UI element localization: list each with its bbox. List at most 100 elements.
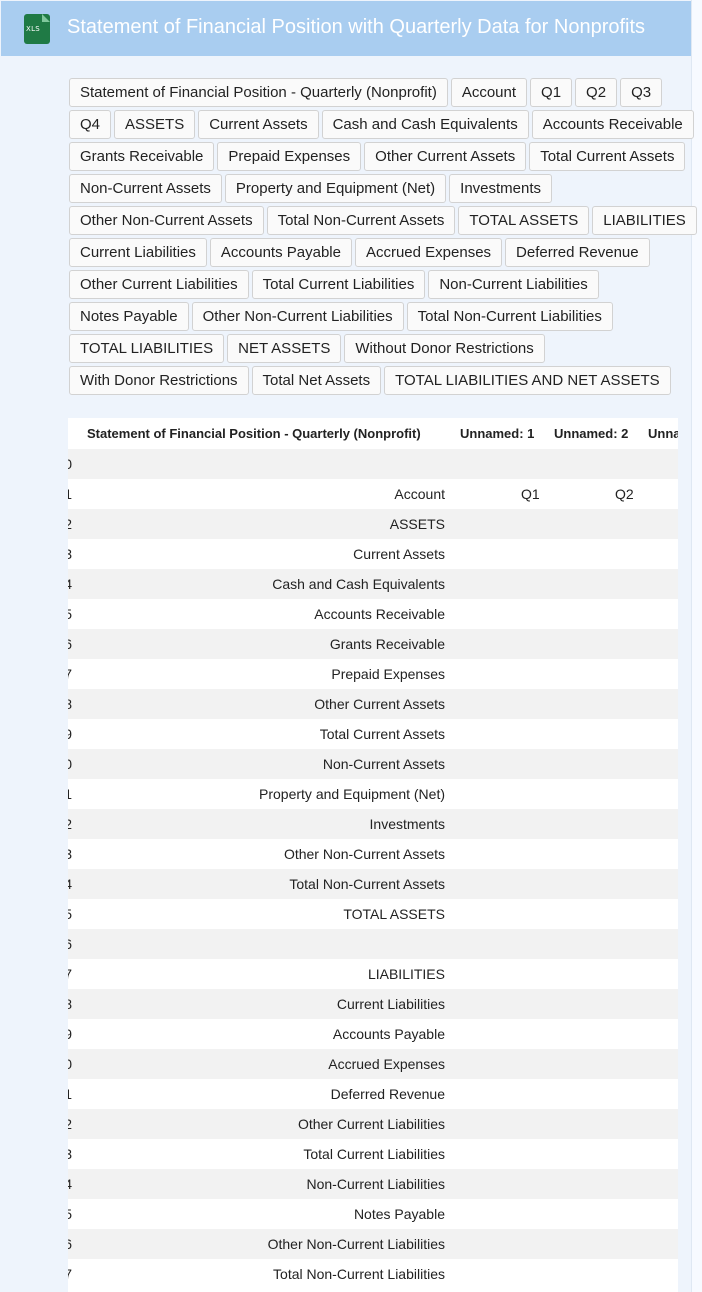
column-chip[interactable]: TOTAL ASSETS (458, 206, 590, 235)
table-row[interactable]: 14 Total Non-Current Assets (68, 869, 678, 899)
column-chip[interactable]: Other Non-Current Liabilities (191, 302, 404, 331)
column-chip[interactable]: Current Liabilities (69, 238, 207, 267)
table-row[interactable]: 20 Accrued Expenses (68, 1049, 678, 1079)
table-row[interactable]: 17 LIABILITIES (68, 959, 678, 989)
column-filter-chips: Statement of Financial Position - Quarte… (69, 78, 701, 395)
column-chip[interactable]: Other Current Liabilities (69, 270, 249, 299)
column-chip[interactable]: Non-Current Liabilities (428, 270, 599, 299)
row-index: 25 (68, 1206, 72, 1222)
column-chip[interactable]: Q2 (575, 78, 618, 107)
table-row[interactable]: 6 Grants Receivable (68, 629, 678, 659)
column-chip[interactable]: Total Current Assets (529, 142, 686, 171)
column-chip[interactable]: ASSETS (114, 110, 196, 139)
row-index: 9 (68, 726, 72, 742)
table-row[interactable]: 4 Cash and Cash Equivalents (68, 569, 678, 599)
table-row[interactable]: 19 Accounts Payable (68, 1019, 678, 1049)
table-row[interactable]: 2 ASSETS (68, 509, 678, 539)
table-row[interactable]: 3 Current Assets (68, 539, 678, 569)
column-chip[interactable]: Account (450, 78, 528, 107)
column-chip[interactable]: Accrued Expenses (354, 238, 503, 267)
table-row[interactable]: 24 Non-Current Liabilities (68, 1169, 678, 1199)
column-chip[interactable]: With Donor Restrictions (69, 366, 249, 395)
column-chip[interactable]: TOTAL LIABILITIES AND NET ASSETS (384, 366, 671, 395)
column-chip[interactable]: Cash and Cash Equivalents (321, 110, 529, 139)
column-header[interactable]: Statement of Financial Position - Quarte… (87, 426, 421, 441)
row-index: 26 (68, 1236, 72, 1252)
column-chip[interactable]: Total Net Assets (251, 366, 382, 395)
row-index: 23 (68, 1146, 72, 1162)
column-chip[interactable]: Deferred Revenue (505, 238, 650, 267)
page-title: Statement of Financial Position with Qua… (67, 16, 646, 38)
app-header: XLS Statement of Financial Position with… (1, 1, 691, 56)
row-index: 27 (68, 1266, 72, 1282)
table-row[interactable]: 10 Non-Current Assets (68, 749, 678, 779)
column-chip[interactable]: Investments (449, 174, 553, 203)
row-index: 2 (68, 516, 72, 532)
column-chip[interactable]: TOTAL LIABILITIES (69, 334, 225, 363)
column-chip[interactable]: Prepaid Expenses (217, 142, 362, 171)
account-cell: Prepaid Expenses (331, 666, 445, 682)
table-row[interactable]: 0 (68, 449, 678, 479)
account-cell: Accrued Expenses (328, 1056, 445, 1072)
table-row[interactable]: 1 Account Q1 Q2 (68, 479, 678, 509)
account-cell: Total Current Assets (319, 726, 445, 742)
table-row[interactable]: 8 Other Current Assets (68, 689, 678, 719)
column-chip[interactable]: Q3 (620, 78, 663, 107)
table-row[interactable]: 7 Prepaid Expenses (68, 659, 678, 689)
account-cell: LIABILITIES (367, 966, 445, 982)
column-chip[interactable]: Grants Receivable (69, 142, 215, 171)
account-cell: Account (394, 486, 445, 502)
table-row[interactable]: 26 Other Non-Current Liabilities (68, 1229, 678, 1259)
row-index: 13 (68, 846, 72, 862)
table-row[interactable]: 13 Other Non-Current Assets (68, 839, 678, 869)
column-chip[interactable]: Accounts Receivable (531, 110, 694, 139)
account-cell: Other Current Assets (314, 696, 445, 712)
column-chip[interactable]: Accounts Payable (209, 238, 352, 267)
q1-cell: Q1 (521, 486, 540, 502)
data-table[interactable]: Statement of Financial Position - Quarte… (68, 418, 678, 1292)
account-cell: Total Current Liabilities (303, 1146, 445, 1162)
row-index: 22 (68, 1116, 72, 1132)
column-chip[interactable]: NET ASSETS (227, 334, 342, 363)
column-chip[interactable]: Current Assets (198, 110, 319, 139)
table-row[interactable]: 12 Investments (68, 809, 678, 839)
column-header[interactable]: Unnamed: 1 (460, 426, 534, 441)
table-row[interactable]: 21 Deferred Revenue (68, 1079, 678, 1109)
table-header: Statement of Financial Position - Quarte… (68, 418, 678, 450)
column-header[interactable]: Unna (648, 426, 678, 441)
row-index: 12 (68, 816, 72, 832)
table-row[interactable]: 15 TOTAL ASSETS (68, 899, 678, 929)
column-chip[interactable]: Non-Current Assets (69, 174, 222, 203)
column-chip[interactable]: Notes Payable (69, 302, 189, 331)
table-row[interactable]: 18 Current Liabilities (68, 989, 678, 1019)
row-index: 11 (68, 786, 72, 802)
column-chip[interactable]: Total Current Liabilities (251, 270, 426, 299)
column-chip[interactable]: Property and Equipment (Net) (224, 174, 447, 203)
table-row[interactable]: 23 Total Current Liabilities (68, 1139, 678, 1169)
table-row[interactable]: 9 Total Current Assets (68, 719, 678, 749)
column-chip[interactable]: Q1 (530, 78, 573, 107)
table-row[interactable]: 16 (68, 929, 678, 959)
column-chip[interactable]: Other Non-Current Assets (69, 206, 264, 235)
column-chip[interactable]: Q4 (69, 110, 112, 139)
column-chip[interactable]: Total Non-Current Liabilities (406, 302, 613, 331)
q2-cell: Q2 (615, 486, 634, 502)
account-cell: Total Non-Current Assets (289, 876, 445, 892)
account-cell: ASSETS (389, 516, 445, 532)
table-row[interactable]: 27 Total Non-Current Liabilities (68, 1259, 678, 1289)
row-index: 6 (68, 636, 72, 652)
column-chip[interactable]: Statement of Financial Position - Quarte… (69, 78, 448, 107)
column-header[interactable]: Unnamed: 2 (554, 426, 628, 441)
table-row[interactable]: 25 Notes Payable (68, 1199, 678, 1229)
row-index: 21 (68, 1086, 72, 1102)
row-index: 14 (68, 876, 72, 892)
column-chip[interactable]: Total Non-Current Assets (266, 206, 456, 235)
column-chip[interactable]: LIABILITIES (592, 206, 697, 235)
excel-file-icon: XLS (24, 14, 50, 44)
table-row[interactable]: 5 Accounts Receivable (68, 599, 678, 629)
account-cell: Cash and Cash Equivalents (272, 576, 445, 592)
table-row[interactable]: 22 Other Current Liabilities (68, 1109, 678, 1139)
column-chip[interactable]: Without Donor Restrictions (344, 334, 545, 363)
column-chip[interactable]: Other Current Assets (364, 142, 527, 171)
table-row[interactable]: 11 Property and Equipment (Net) (68, 779, 678, 809)
